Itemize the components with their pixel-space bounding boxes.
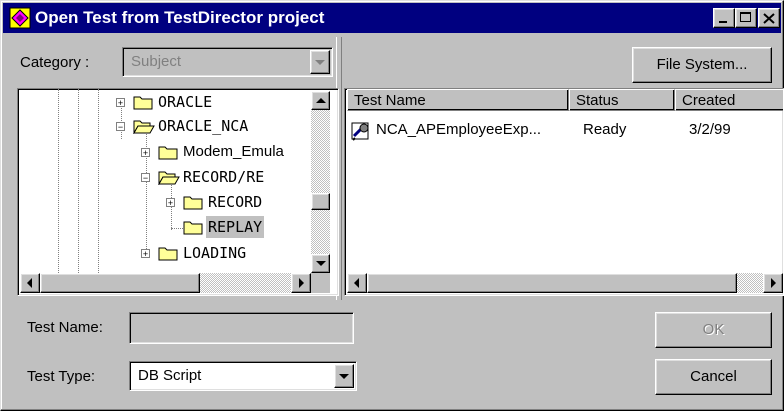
arrow-left-icon xyxy=(354,278,359,288)
test-type-dropdown-button[interactable] xyxy=(334,364,354,388)
column-header-test-name[interactable]: Test Name xyxy=(347,89,569,111)
folder-icon xyxy=(183,221,203,235)
arrow-down-icon xyxy=(316,261,326,266)
table-row[interactable]: NCA_APEmployeeExp... Ready 3/2/99 xyxy=(347,119,783,143)
cancel-button[interactable]: Cancel xyxy=(655,359,772,395)
expand-icon[interactable]: + xyxy=(141,148,150,158)
column-header-status[interactable]: Status xyxy=(569,89,675,111)
scroll-thumb[interactable] xyxy=(367,273,737,293)
scroll-up-button[interactable] xyxy=(311,91,330,110)
test-type-combo[interactable]: DB Script xyxy=(129,361,357,391)
test-name-input[interactable] xyxy=(129,312,354,344)
scrollbar-corner xyxy=(311,273,330,293)
tree-item-label: LOADING xyxy=(183,244,247,262)
collapse-icon[interactable]: − xyxy=(116,122,125,132)
scroll-thumb[interactable] xyxy=(40,273,200,293)
test-type-label: Test Type: xyxy=(27,368,96,385)
subject-tree[interactable]: + ORACLE − ORACLE_NCA + Modem_Emula − RE… xyxy=(17,88,339,296)
status-cell: Ready xyxy=(583,121,627,138)
category-combo[interactable]: Subject xyxy=(122,47,333,77)
folder-open-icon xyxy=(133,120,155,134)
window-title: Open Test from TestDirector project xyxy=(35,8,325,27)
script-icon xyxy=(351,122,369,141)
arrow-up-icon xyxy=(316,98,326,103)
category-label: Category : xyxy=(20,54,90,71)
maximize-button[interactable] xyxy=(735,8,757,28)
expand-icon[interactable]: + xyxy=(166,198,175,208)
tree-guide-line xyxy=(98,89,99,273)
tree-item-label: ORACLE xyxy=(158,93,213,111)
scroll-right-button[interactable] xyxy=(291,273,311,293)
minimize-icon xyxy=(719,21,727,23)
close-icon xyxy=(763,13,775,24)
arrow-right-icon xyxy=(299,278,304,288)
created-cell: 3/2/99 xyxy=(689,121,731,138)
folder-icon xyxy=(158,247,178,261)
scroll-right-button[interactable] xyxy=(763,273,783,293)
test-type-value: DB Script xyxy=(138,367,202,384)
ok-label: OK xyxy=(702,321,725,338)
maximize-icon xyxy=(740,12,751,22)
folder-icon xyxy=(158,146,178,160)
tree-item-label: RECORD xyxy=(208,193,263,211)
scroll-down-button[interactable] xyxy=(311,254,330,273)
title-bar[interactable]: Open Test from TestDirector project xyxy=(3,3,781,33)
tests-horizontal-scrollbar[interactable] xyxy=(347,273,783,293)
arrow-left-icon xyxy=(27,278,32,288)
scroll-thumb[interactable] xyxy=(311,193,330,210)
scroll-left-button[interactable] xyxy=(347,273,367,293)
expand-icon[interactable]: + xyxy=(116,98,125,108)
column-header-created[interactable]: Created xyxy=(675,89,783,111)
folder-icon xyxy=(183,196,203,210)
category-dropdown-button[interactable] xyxy=(310,50,330,74)
ok-button[interactable]: OK xyxy=(655,312,772,348)
minimize-button[interactable] xyxy=(713,8,735,28)
tree-item-label: Modem_Emula xyxy=(183,143,284,160)
file-system-button[interactable]: File System... xyxy=(632,47,772,83)
tests-list[interactable]: Test Name Status Created NCA_APEmployeeE… xyxy=(344,88,784,296)
folder-icon xyxy=(133,96,153,110)
folder-open-icon xyxy=(158,171,180,185)
tree-item-label: REPLAY xyxy=(206,216,265,238)
tree-guide-line xyxy=(58,89,59,273)
cancel-label: Cancel xyxy=(690,368,737,385)
category-value: Subject xyxy=(131,53,182,70)
app-icon xyxy=(9,7,31,29)
arrow-right-icon xyxy=(771,278,776,288)
tree-guide-line xyxy=(146,125,147,255)
tree-guide-line xyxy=(78,89,79,273)
chevron-down-icon xyxy=(339,374,349,379)
scroll-left-button[interactable] xyxy=(20,273,40,293)
expand-icon[interactable]: + xyxy=(141,249,150,259)
file-system-label: File System... xyxy=(656,56,748,73)
chevron-down-icon xyxy=(315,60,325,65)
test-name-label: Test Name: xyxy=(27,319,103,336)
collapse-icon[interactable]: − xyxy=(141,173,150,183)
tree-item-label: ORACLE_NCA xyxy=(158,117,249,135)
tree-horizontal-scrollbar[interactable] xyxy=(20,273,311,293)
close-button[interactable] xyxy=(758,8,780,28)
tree-vertical-scrollbar[interactable] xyxy=(311,91,330,273)
tree-item-label: RECORD/RE xyxy=(183,168,265,186)
test-name-cell: NCA_APEmployeeExp... xyxy=(376,121,542,138)
